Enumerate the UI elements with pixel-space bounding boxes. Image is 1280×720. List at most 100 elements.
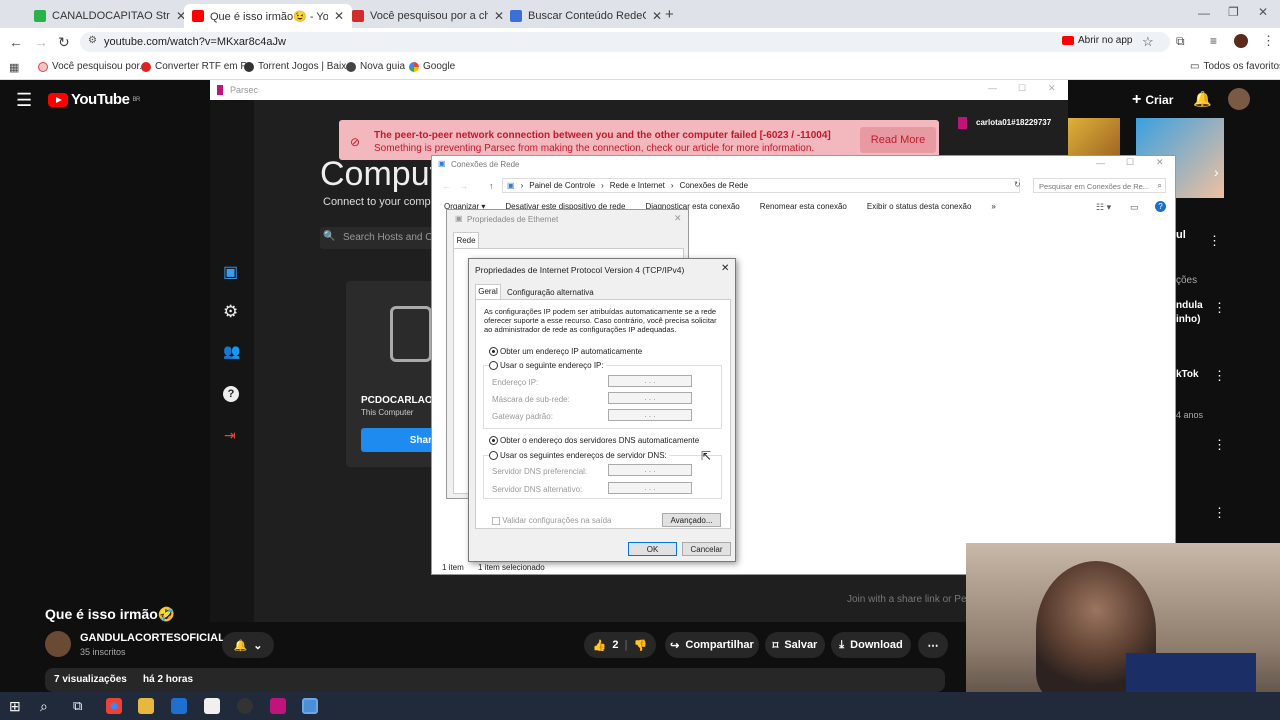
- download-button[interactable]: ⤓ Download: [831, 632, 911, 658]
- obs-taskbar-icon[interactable]: [237, 698, 253, 714]
- close-icon[interactable]: ✕: [721, 263, 729, 274]
- channel-name[interactable]: GANDULACORTESOFICIAL: [80, 632, 225, 644]
- rec-title-fragment[interactable]: ndula: [1176, 300, 1203, 311]
- cancel-button[interactable]: Cancelar: [682, 542, 731, 556]
- help-icon[interactable]: ?: [1155, 201, 1166, 212]
- minimize-icon[interactable]: —: [988, 83, 997, 93]
- taskbar-search-icon[interactable]: ⌕: [40, 698, 48, 715]
- new-tab-icon[interactable]: +: [665, 6, 674, 23]
- subnet-mask-field[interactable]: . . .: [608, 392, 692, 404]
- store-taskbar-icon[interactable]: [171, 698, 187, 714]
- more-options-icon[interactable]: ⋮: [1213, 368, 1226, 384]
- ip-address-field[interactable]: . . .: [608, 375, 692, 387]
- bookmark-item[interactable]: Nova guia: [346, 61, 405, 72]
- rec-title-fragment[interactable]: kTok: [1176, 369, 1199, 380]
- breadcrumb[interactable]: ▣ › Painel de Controle › Rede e Internet…: [502, 178, 1020, 193]
- account-avatar[interactable]: [1228, 88, 1250, 110]
- rec-title-fragment[interactable]: inho): [1176, 314, 1200, 325]
- bookmark-item[interactable]: Converter RTF em P...: [141, 61, 254, 72]
- rec-title-fragment[interactable]: ul: [1176, 229, 1186, 241]
- radio-manual-ip[interactable]: Usar o seguinte endereço IP:: [489, 361, 606, 371]
- back-icon[interactable]: ←: [442, 181, 451, 191]
- profile-avatar[interactable]: [1234, 34, 1248, 48]
- apps-grid-icon[interactable]: ▦: [9, 61, 19, 74]
- save-button[interactable]: ⌑ Salvar: [765, 632, 825, 658]
- tab-redecanais[interactable]: Buscar Conteúdo RedeCanais: c ✕: [502, 4, 670, 28]
- up-icon[interactable]: ↑: [489, 181, 494, 191]
- tab-search[interactable]: Você pesquisou por a chave m ✕: [344, 4, 512, 28]
- bookmark-item[interactable]: Google: [409, 61, 455, 72]
- youtube-logo[interactable]: YouTube BR: [48, 91, 140, 108]
- gateway-field[interactable]: . . .: [608, 409, 692, 421]
- browser-menu-icon[interactable]: ⋮: [1262, 33, 1275, 49]
- more-actions-button[interactable]: ⋯: [918, 632, 948, 658]
- more-options-icon[interactable]: ⋮: [1208, 233, 1221, 249]
- channel-avatar[interactable]: [45, 631, 71, 657]
- share-button[interactable]: ↪ Compartilhar: [665, 632, 759, 658]
- hamburger-menu-icon[interactable]: ☰: [16, 90, 32, 111]
- tab-general[interactable]: Geral: [475, 284, 501, 299]
- task-view-icon[interactable]: ⧉: [73, 698, 82, 714]
- friends-icon[interactable]: 👥: [223, 343, 240, 360]
- windows-start-icon[interactable]: ⊞: [9, 698, 21, 715]
- reading-list-icon[interactable]: ≡: [1210, 34, 1217, 48]
- notifications-bell-icon[interactable]: 🔔: [1193, 90, 1212, 108]
- extensions-icon[interactable]: ⧉: [1176, 34, 1185, 49]
- logout-icon[interactable]: ⇥: [224, 427, 236, 444]
- tab-youtube[interactable]: Que é isso irmão😉 - YouTube ✕: [184, 4, 353, 28]
- radio-manual-dns[interactable]: Usar os seguintes endereços de servidor …: [489, 451, 669, 461]
- parsec-taskbar-icon[interactable]: [270, 698, 286, 714]
- close-window-icon[interactable]: ✕: [1258, 5, 1268, 19]
- file-explorer-taskbar-icon[interactable]: [138, 698, 154, 714]
- close-icon[interactable]: ✕: [674, 213, 682, 224]
- close-tab-icon[interactable]: ✕: [652, 9, 662, 23]
- radio-auto-ip[interactable]: Obter um endereço IP automaticamente: [489, 347, 642, 357]
- breadcrumb-item[interactable]: Rede e Internet: [610, 181, 665, 190]
- site-info-icon[interactable]: ⚙: [88, 35, 97, 46]
- host-search-input[interactable]: 🔍 Search Hosts and Co: [320, 227, 440, 249]
- all-bookmarks[interactable]: ▭ Todos os favoritos: [1190, 61, 1280, 72]
- preview-pane-icon[interactable]: ▭: [1130, 202, 1139, 213]
- toolbar-rename[interactable]: Renomear esta conexão: [760, 202, 847, 211]
- open-in-app-button[interactable]: Abrir no app: [1062, 35, 1132, 46]
- url-bar[interactable]: ⚙ youtube.com/watch?v=MKxar8c4aJw: [80, 32, 1170, 52]
- maximize-icon[interactable]: ☐: [1126, 157, 1134, 168]
- carousel-next-icon[interactable]: ›: [1214, 164, 1219, 180]
- validate-checkbox[interactable]: Validar configurações na saída: [492, 516, 612, 525]
- explorer-search-input[interactable]: Pesquisar em Conexões de Re... ⌕: [1033, 178, 1166, 193]
- more-options-icon[interactable]: ⋮: [1213, 437, 1226, 453]
- read-more-button[interactable]: Read More: [860, 127, 936, 153]
- tab-network[interactable]: Rede: [453, 232, 479, 248]
- radio-auto-dns[interactable]: Obter o endereço dos servidores DNS auto…: [489, 436, 699, 446]
- advanced-button[interactable]: Avançado...: [662, 513, 721, 527]
- like-icon[interactable]: 👍: [593, 639, 607, 652]
- tab-alternate-config[interactable]: Configuração alternativa: [507, 288, 594, 297]
- computers-icon[interactable]: ▣: [223, 262, 238, 282]
- restore-icon[interactable]: ❐: [1228, 5, 1239, 19]
- settings-gear-icon[interactable]: ⚙: [223, 302, 238, 322]
- bookmark-item[interactable]: Torrent Jogos | Baix...: [244, 61, 355, 72]
- calendar-taskbar-icon[interactable]: [204, 698, 220, 714]
- view-options-icon[interactable]: ☷ ▾: [1096, 202, 1111, 213]
- close-icon[interactable]: ✕: [1048, 83, 1056, 94]
- chrome-taskbar-icon[interactable]: [106, 698, 122, 714]
- notification-settings-button[interactable]: 🔔 ⌄: [222, 632, 274, 658]
- bookmark-item[interactable]: Você pesquisou por...: [38, 61, 148, 72]
- maximize-icon[interactable]: ☐: [1018, 83, 1026, 94]
- refresh-icon[interactable]: ↻: [1014, 180, 1021, 189]
- minimize-icon[interactable]: —: [1198, 6, 1210, 20]
- toolbar-status[interactable]: Exibir o status desta conexão: [867, 202, 972, 211]
- breadcrumb-item[interactable]: Painel de Controle: [529, 181, 595, 190]
- dislike-icon[interactable]: 👎: [634, 639, 648, 652]
- create-button[interactable]: + Criar: [1132, 91, 1173, 109]
- help-icon[interactable]: ?: [223, 386, 239, 402]
- back-icon[interactable]: ←: [9, 34, 23, 50]
- close-tab-icon[interactable]: ✕: [334, 9, 344, 23]
- close-icon[interactable]: ✕: [1156, 157, 1164, 168]
- more-options-icon[interactable]: ⋮: [1213, 300, 1226, 316]
- forward-icon[interactable]: →: [459, 181, 468, 191]
- tab-canaldocapitao[interactable]: CANALDOCAPITAO Stream - W ✕: [26, 4, 194, 28]
- reload-icon[interactable]: ↻: [58, 34, 70, 51]
- dns-preferred-field[interactable]: . . .: [608, 464, 692, 476]
- share-button[interactable]: Shar: [361, 428, 440, 452]
